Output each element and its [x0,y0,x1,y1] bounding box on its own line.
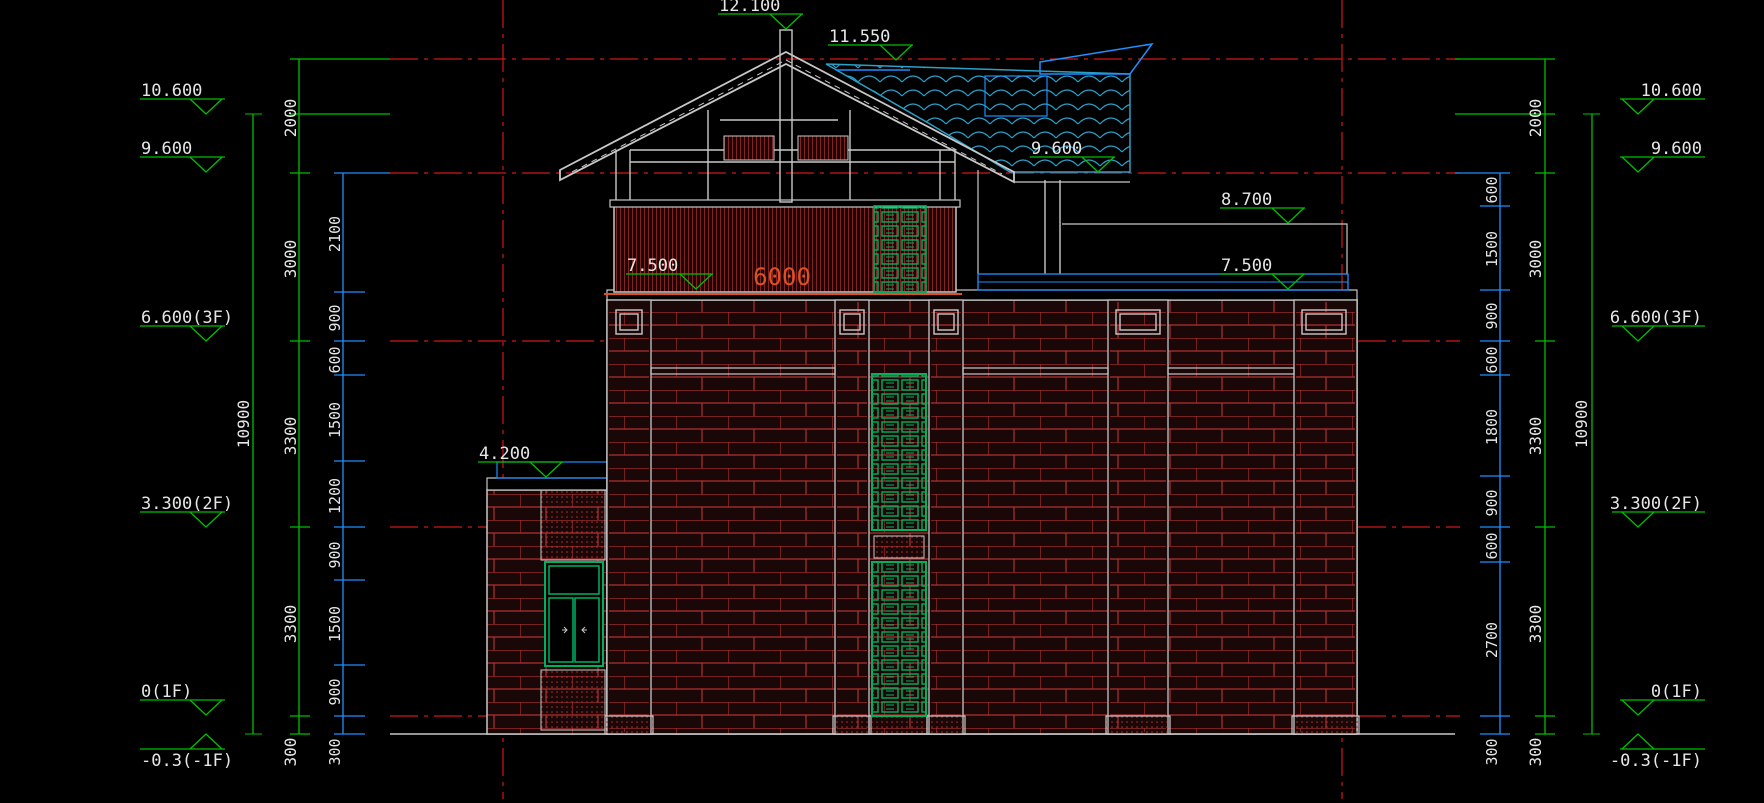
dim-right-floor-1: 2000 [1526,99,1545,138]
dim-right-floor-5: 300 [1526,738,1545,767]
mark-7500-left: 7.500 [627,256,678,276]
span-label: 6000 [753,263,811,291]
elevation-triangle-icon [1620,733,1705,750]
dim-left-detail-9: 300 [326,738,344,765]
dim-left-detail-7: 1500 [326,606,344,642]
left-dimensions: 10900 2000 3000 3300 3300 300 2100 900 6… [234,58,390,767]
dim-left-detail-3: 600 [326,346,344,373]
level-left-10600: 10.600 [141,81,202,101]
level-left-neg: -0.3(-1F) [141,751,233,771]
level-right-9600: 9.600 [1651,139,1702,159]
dim-left-floor-5: 300 [281,738,300,767]
dim-left-floor-4: 3300 [281,605,300,644]
dim-right-detail-5: 1800 [1483,409,1501,445]
elevation-triangle-icon [1612,325,1705,342]
elevation-triangle-icon [1612,511,1705,528]
elevation-triangle-icon [1620,699,1705,716]
dim-right-detail-3: 900 [1483,302,1501,329]
mark-8700: 8.700 [1221,190,1272,210]
dim-left-detail-6: 900 [326,541,344,568]
dim-left-floor-3: 3300 [281,417,300,456]
overall-height-left: 10900 [234,400,253,448]
mark-9600: 9.600 [1031,139,1082,159]
right-dimensions: 10900 2000 3000 3300 3300 300 600 1500 9… [1455,58,1600,767]
mark-11550: 11.550 [829,27,890,47]
annex-door [544,561,604,667]
overall-height-right: 10900 [1572,400,1591,448]
elevation-triangle-icon [140,733,225,750]
elevation-triangle-icon [718,13,803,30]
lattice-window [871,373,927,717]
elevation-triangle-icon [140,98,225,115]
dim-left-detail-8: 900 [326,678,344,705]
mark-7500-right: 7.500 [1221,256,1272,276]
level-left-0: 0(1F) [141,682,192,702]
level-markers-left [140,98,225,750]
dim-right-detail-7: 600 [1483,532,1501,559]
dim-left-detail-2: 900 [326,304,344,331]
dim-right-detail-4: 600 [1483,346,1501,373]
drawing-canvas: 10900 2000 3000 3300 3300 300 2100 900 6… [140,0,1705,799]
dim-right-detail-9: 300 [1483,738,1501,765]
elevation-triangle-icon [1220,207,1305,224]
dim-left-detail-5: 1200 [326,478,344,514]
dim-right-floor-2: 3000 [1526,240,1545,279]
dim-right-floor-3: 3300 [1526,417,1545,456]
building-elevation [486,29,1360,735]
dim-left-floor-2: 3000 [281,240,300,279]
dim-right-floor-4: 3300 [1526,605,1545,644]
dim-right-detail-8: 2700 [1483,622,1501,658]
elevation-triangle-icon [828,44,913,61]
cad-elevation-drawing: 10900 2000 3000 3300 3300 300 2100 900 6… [0,0,1764,799]
level-right-neg: -0.3(-1F) [1610,751,1702,771]
elevation-triangle-icon [140,511,225,528]
level-left-9600: 9.600 [141,139,192,159]
elevation-triangle-icon [140,699,225,716]
dim-left-detail-4: 1500 [326,402,344,438]
level-right-10600: 10.600 [1641,81,1702,101]
level-right-3300: 3.300(2F) [1610,494,1702,514]
elevation-triangle-icon [478,461,563,478]
elevation-triangle-icon [1620,98,1705,115]
mark-12100: 12.100 [719,0,780,16]
elevation-triangle-icon [140,156,225,173]
level-left-6600: 6.600(3F) [141,308,233,328]
dim-left-floor-1: 2000 [281,99,300,138]
dim-right-detail-1: 600 [1483,176,1501,203]
dim-right-detail-6: 900 [1483,489,1501,516]
level-right-6600: 6.600(3F) [1610,308,1702,328]
mark-4200: 4.200 [479,444,530,464]
level-right-0: 0(1F) [1651,682,1702,702]
dim-right-detail-2: 1500 [1483,231,1501,267]
elevation-triangle-icon [1620,156,1705,173]
level-markers-right [1612,98,1705,750]
level-left-3300: 3.300(2F) [141,494,233,514]
dim-left-detail-1: 2100 [326,216,344,252]
elevation-triangle-icon [140,325,225,342]
